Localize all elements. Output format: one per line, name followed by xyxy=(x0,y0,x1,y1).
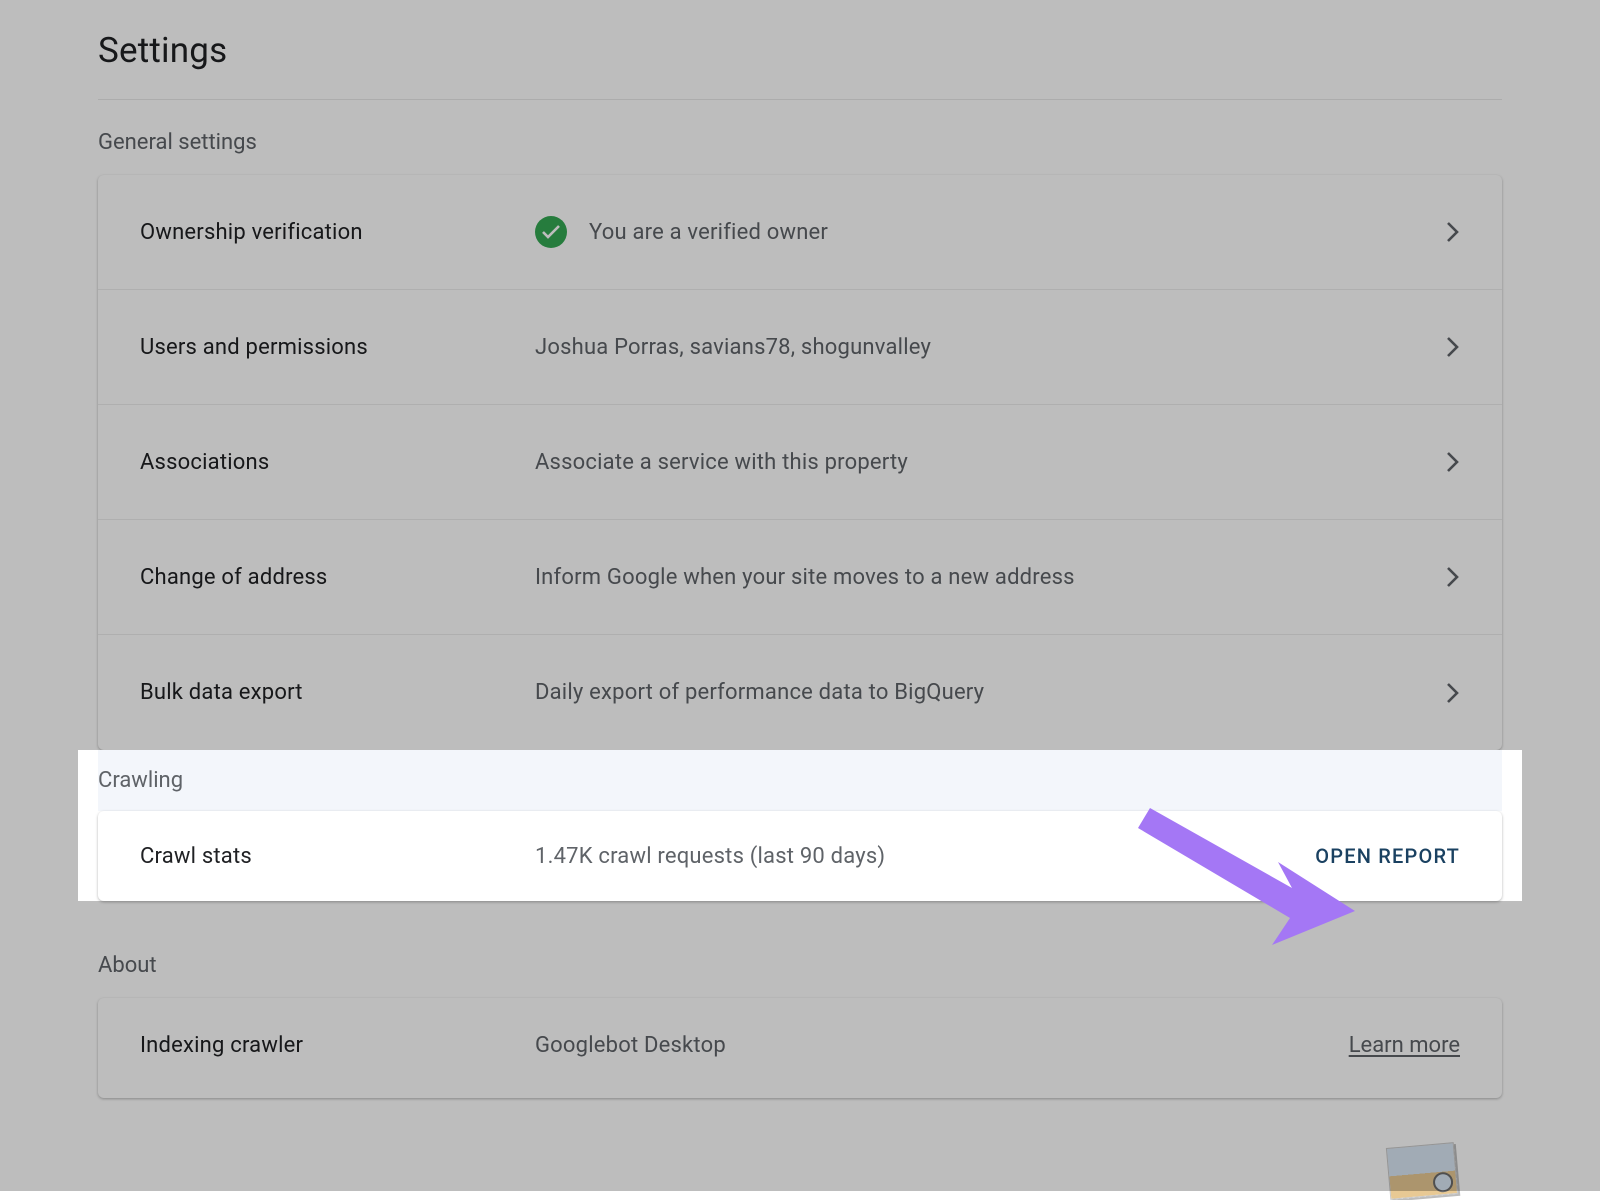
associations-desc: Associate a service with this property xyxy=(535,450,908,475)
users-permissions-row[interactable]: Users and permissions Joshua Porras, sav… xyxy=(98,290,1502,405)
indexing-label: Indexing crawler xyxy=(140,1033,535,1058)
address-label: Change of address xyxy=(140,565,535,590)
chevron-right-icon xyxy=(1446,221,1460,243)
crawl-stats-label: Crawl stats xyxy=(140,844,535,869)
chevron-right-icon xyxy=(1446,451,1460,473)
export-label: Bulk data export xyxy=(140,680,535,705)
associations-row[interactable]: Associations Associate a service with th… xyxy=(98,405,1502,520)
users-desc: Joshua Porras, savians78, shogunvalley xyxy=(535,335,931,360)
users-label: Users and permissions xyxy=(140,335,535,360)
page-title: Settings xyxy=(98,0,1502,100)
learn-more-link[interactable]: Learn more xyxy=(1260,1033,1460,1058)
ownership-verification-row[interactable]: Ownership verification You are a verifie… xyxy=(98,175,1502,290)
indexing-crawler-row[interactable]: Indexing crawler Googlebot Desktop Learn… xyxy=(98,998,1502,1093)
chevron-right-icon xyxy=(1446,682,1460,704)
change-address-row[interactable]: Change of address Inform Google when you… xyxy=(98,520,1502,635)
chevron-right-icon xyxy=(1446,336,1460,358)
bulk-data-export-row[interactable]: Bulk data export Daily export of perform… xyxy=(98,635,1502,750)
open-report-button[interactable]: OPEN REPORT xyxy=(1260,844,1460,868)
ownership-label: Ownership verification xyxy=(140,220,535,245)
crawling-heading: Crawling xyxy=(98,750,1502,811)
address-desc: Inform Google when your site moves to a … xyxy=(535,565,1075,590)
settings-page: Settings General settings Ownership veri… xyxy=(0,0,1600,1191)
export-desc: Daily export of performance data to BigQ… xyxy=(535,680,984,705)
about-heading: About xyxy=(98,923,1502,998)
about-card: Indexing crawler Googlebot Desktop Learn… xyxy=(98,998,1502,1098)
crawling-card: Crawl stats 1.47K crawl requests (last 9… xyxy=(98,811,1502,901)
ownership-desc: You are a verified owner xyxy=(589,220,828,245)
associations-label: Associations xyxy=(140,450,535,475)
general-card: Ownership verification You are a verifie… xyxy=(98,175,1502,750)
crawling-section: Crawling Crawl stats 1.47K crawl request… xyxy=(78,750,1522,901)
general-heading: General settings xyxy=(98,100,1502,175)
verified-check-icon xyxy=(535,216,567,248)
crawl-stats-desc: 1.47K crawl requests (last 90 days) xyxy=(535,844,885,869)
chevron-right-icon xyxy=(1446,566,1460,588)
indexing-desc: Googlebot Desktop xyxy=(535,1033,726,1058)
crawl-stats-row[interactable]: Crawl stats 1.47K crawl requests (last 9… xyxy=(98,811,1502,901)
